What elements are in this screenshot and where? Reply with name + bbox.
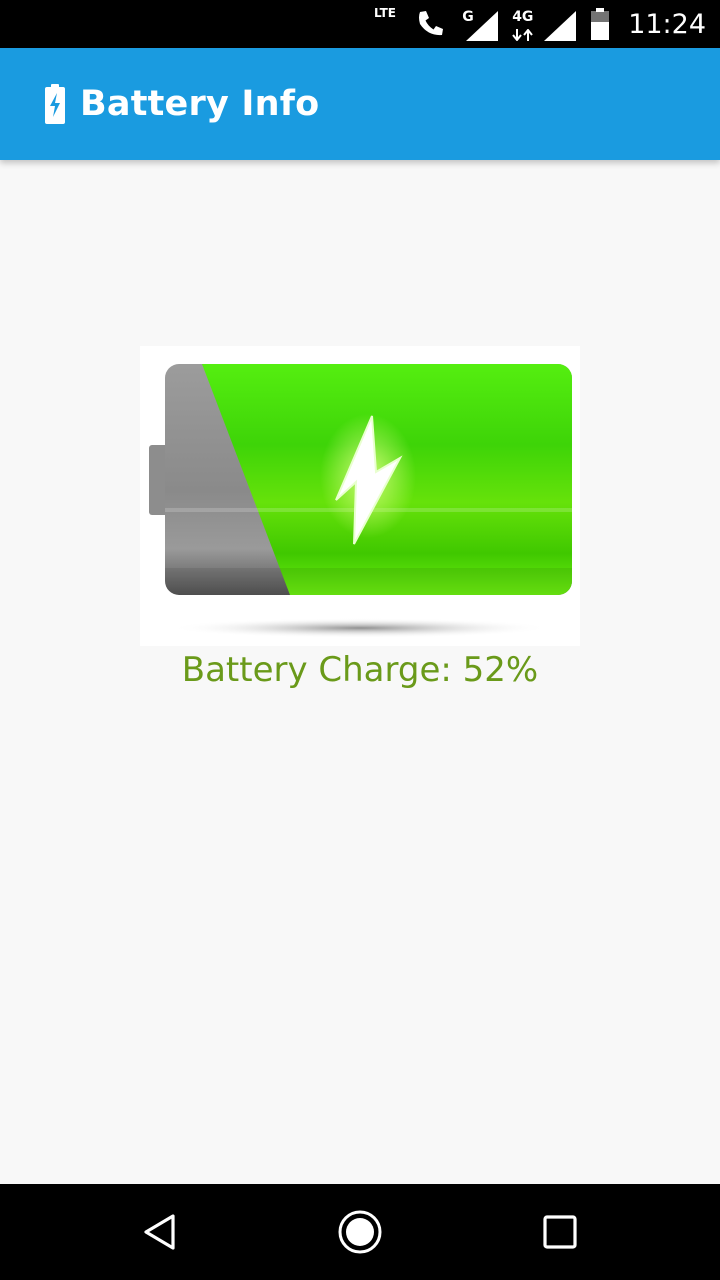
app-bar: Battery Info (0, 48, 720, 160)
recents-button[interactable] (532, 1204, 588, 1260)
lte-call-icon (414, 7, 448, 41)
battery-charge-label: Battery Charge: 52% (181, 650, 539, 690)
home-button[interactable] (332, 1204, 388, 1260)
battery-charging-icon (0, 84, 80, 124)
recents-icon (543, 1215, 577, 1249)
app-title: Battery Info (80, 84, 320, 124)
navigation-bar (0, 1184, 720, 1280)
battery-icon (590, 8, 610, 40)
home-icon (338, 1210, 382, 1254)
back-icon (144, 1214, 175, 1250)
status-bar: LTE G 4G 11:24 (0, 0, 720, 48)
status-time: 11:24 (628, 8, 706, 40)
signal-4g-icon: 4G (512, 7, 577, 41)
network-4g-label: 4G (512, 9, 534, 25)
lte-label: LTE (373, 6, 396, 20)
battery-image (140, 346, 580, 646)
status-icons: LTE G 4G 11:24 (374, 0, 706, 48)
signal-g-icon: G (462, 7, 499, 41)
back-button[interactable] (132, 1204, 188, 1260)
